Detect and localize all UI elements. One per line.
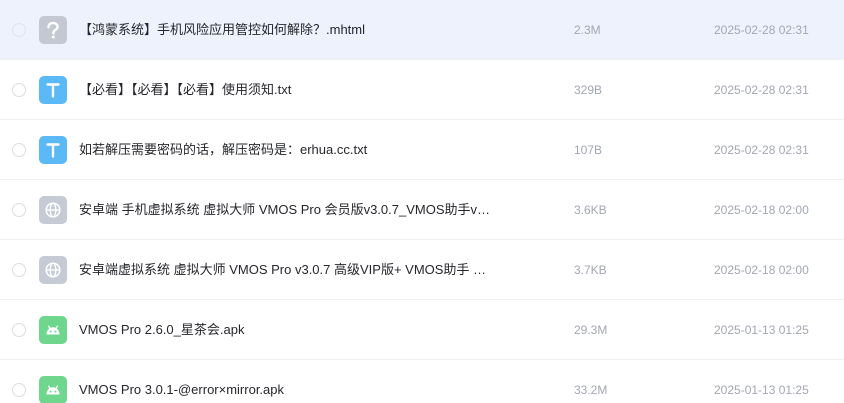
file-date: 2025-02-28 02:31 (714, 23, 809, 37)
file-row[interactable]: VMOS Pro 2.6.0_星茶会.apk 29.3M 2025-01-13 01… (0, 300, 844, 360)
row-checkbox[interactable] (12, 83, 26, 97)
file-row[interactable]: 【必看】【必看】【必看】使用须知.txt 329B 2025-02-28 02:31 (0, 60, 844, 120)
file-size: 3.6KB (574, 203, 607, 217)
row-checkbox[interactable] (12, 23, 26, 37)
file-date: 2025-02-28 02:31 (714, 143, 809, 157)
unknown-file-icon (39, 16, 67, 44)
row-checkbox[interactable] (12, 203, 26, 217)
android-apk-icon (39, 316, 67, 344)
file-date: 2025-02-28 02:31 (714, 83, 809, 97)
file-size: 2.3M (574, 23, 601, 37)
text-file-icon (39, 136, 67, 164)
file-size: 329B (574, 83, 603, 97)
file-size: 3.7KB (574, 263, 607, 277)
file-row[interactable]: 安卓端 手机虚拟系统 虚拟大师 VMOS Pro 会员版v3.0.7_VMOS助… (0, 180, 844, 240)
file-name[interactable]: 【鸿蒙系统】手机风险应用管控如何解除？.mhtml (79, 0, 519, 60)
row-checkbox[interactable] (12, 263, 26, 277)
web-link-icon (39, 256, 67, 284)
file-name[interactable]: VMOS Pro 3.0.1-@error×mirror.apk (79, 360, 519, 403)
file-date: 2025-02-18 02:00 (714, 263, 809, 277)
file-row[interactable]: VMOS Pro 3.0.1-@error×mirror.apk 33.2M 202… (0, 360, 844, 403)
row-checkbox[interactable] (12, 143, 26, 157)
file-name[interactable]: 【必看】【必看】【必看】使用须知.txt (79, 60, 519, 120)
row-checkbox[interactable] (12, 383, 26, 397)
android-apk-icon (39, 376, 67, 403)
file-date: 2025-02-18 02:00 (714, 203, 809, 217)
file-name[interactable]: 安卓端 手机虚拟系统 虚拟大师 VMOS Pro 会员版v3.0.7_VMOS助… (79, 180, 519, 240)
file-row[interactable]: 如若解压需要密码的话，解压密码是：erhua.cc.txt 107B 2025-02… (0, 120, 844, 180)
file-name[interactable]: 安卓端虚拟系统 虚拟大师 VMOS Pro v3.0.7 高级VIP版+ VMO… (79, 240, 519, 300)
file-size: 33.2M (574, 383, 608, 397)
file-date: 2025-01-13 01:25 (714, 323, 809, 337)
row-checkbox[interactable] (12, 323, 26, 337)
file-row[interactable]: 安卓端虚拟系统 虚拟大师 VMOS Pro v3.0.7 高级VIP版+ VMO… (0, 240, 844, 300)
file-name[interactable]: VMOS Pro 2.6.0_星茶会.apk (79, 300, 519, 360)
file-row[interactable]: 【鸿蒙系统】手机风险应用管控如何解除？.mhtml 2.3M 2025-02-28 … (0, 0, 844, 60)
text-file-icon (39, 76, 67, 104)
file-size: 29.3M (574, 323, 608, 337)
file-name[interactable]: 如若解压需要密码的话，解压密码是：erhua.cc.txt (79, 120, 519, 180)
file-date: 2025-01-13 01:25 (714, 383, 809, 397)
file-list: 【鸿蒙系统】手机风险应用管控如何解除？.mhtml 2.3M 2025-02-28 … (0, 0, 844, 403)
file-size: 107B (574, 143, 603, 157)
web-link-icon (39, 196, 67, 224)
